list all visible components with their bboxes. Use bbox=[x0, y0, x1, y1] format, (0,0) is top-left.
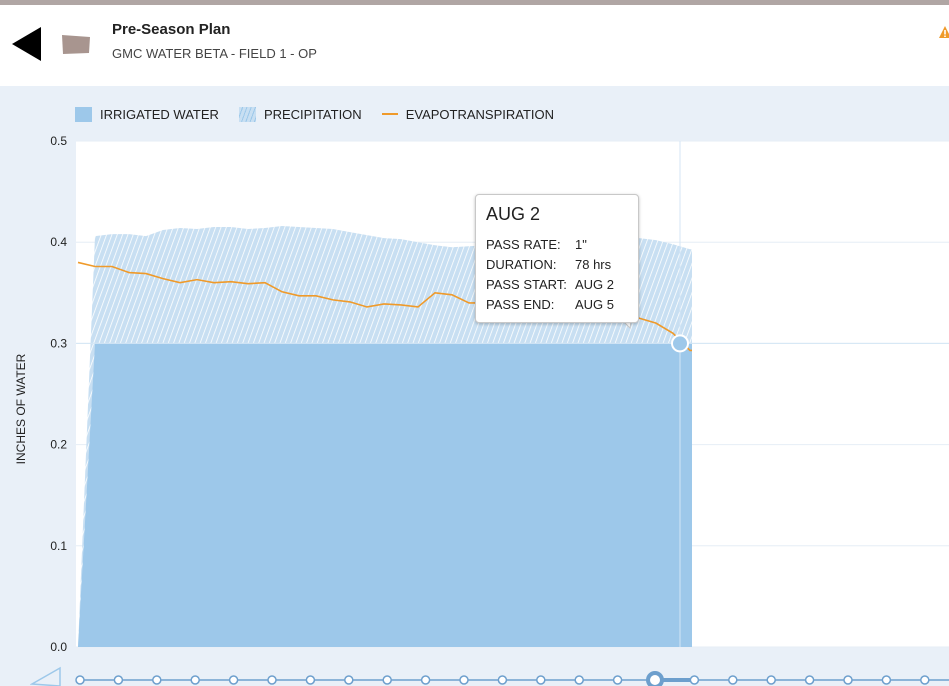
timeline-selected-node bbox=[646, 671, 664, 686]
tooltip-label: DURATION: bbox=[486, 257, 557, 272]
y-tick-label: 0.5 bbox=[50, 134, 67, 148]
tooltip-row: PASS RATE: 1" bbox=[486, 237, 587, 252]
timeline-node[interactable] bbox=[612, 675, 623, 685]
legend-irrigated[interactable]: IRRIGATED WATER bbox=[75, 106, 219, 122]
timeline-node[interactable] bbox=[574, 675, 584, 685]
legend-swatch-irrigated bbox=[75, 106, 92, 122]
y-tick-label: 0.1 bbox=[50, 539, 67, 553]
legend-label-et: EVAPOTRANSPIRATION bbox=[405, 106, 555, 122]
tooltip-date: AUG 2 bbox=[486, 204, 541, 224]
tooltip: AUG 2 PASS RATE: 1" DURATION: 78 hrs PASS … bbox=[475, 194, 639, 323]
legend: IRRIGATED WATER PRECIPITATION EVAPOTRANS… bbox=[75, 105, 574, 123]
timeline-node[interactable] bbox=[843, 675, 853, 685]
legend-label-irrigated: IRRIGATED WATER bbox=[100, 106, 219, 122]
timeline-node[interactable] bbox=[420, 675, 431, 685]
chart: 0.0 0.1 0.2 0.3 0.4 0.5 bbox=[50, 134, 949, 654]
tooltip-row: PASS END: AUG 5 bbox=[486, 297, 614, 312]
tooltip-label: PASS START: bbox=[486, 277, 567, 292]
timeline-node[interactable] bbox=[228, 675, 239, 685]
tooltip-row: PASS START: AUG 2 bbox=[486, 277, 614, 292]
tooltip-label: PASS RATE: bbox=[486, 237, 561, 252]
timeline-node[interactable] bbox=[536, 675, 546, 685]
tooltip-value: AUG 5 bbox=[575, 297, 615, 312]
timeline-node[interactable] bbox=[689, 675, 700, 685]
timeline-node[interactable] bbox=[344, 675, 354, 685]
timeline-node[interactable] bbox=[766, 675, 776, 685]
tooltip-row: DURATION: 78 hrs bbox=[486, 257, 611, 272]
timeline-node[interactable] bbox=[728, 675, 738, 685]
timeline-node[interactable] bbox=[459, 675, 469, 685]
legend-precipitation[interactable]: PRECIPITATION bbox=[238, 106, 362, 122]
irrigated-water-area bbox=[78, 343, 692, 647]
timeline-node[interactable] bbox=[804, 675, 815, 685]
y-tick-label: 0.2 bbox=[50, 438, 67, 452]
tooltip-value: 78 hrs bbox=[575, 257, 612, 272]
tooltip-label: PASS END: bbox=[486, 297, 555, 312]
timeline-node[interactable] bbox=[920, 675, 930, 685]
legend-label-precipitation: PRECIPITATION bbox=[263, 106, 362, 122]
tooltip-value: 1" bbox=[575, 237, 587, 252]
y-tick-label: 0.4 bbox=[50, 235, 67, 249]
y-axis-label: INCHES OF WATER bbox=[14, 353, 28, 465]
timeline-node[interactable] bbox=[497, 675, 508, 685]
legend-swatch-et bbox=[381, 113, 398, 115]
timeline-node[interactable] bbox=[190, 675, 200, 685]
selected-point-marker bbox=[671, 334, 689, 353]
timeline-node[interactable] bbox=[651, 675, 661, 685]
legend-swatch-precipitation bbox=[238, 106, 256, 122]
timeline bbox=[0, 660, 949, 686]
timeline-node[interactable] bbox=[305, 675, 316, 685]
y-tick-label: 0.3 bbox=[50, 336, 67, 350]
prev-arrow-icon[interactable] bbox=[30, 664, 62, 686]
tooltip-value: AUG 2 bbox=[575, 277, 615, 292]
y-tick-label: 0.0 bbox=[50, 640, 67, 654]
timeline-node[interactable] bbox=[382, 675, 392, 685]
timeline-node[interactable] bbox=[881, 675, 892, 685]
timeline-node[interactable] bbox=[152, 675, 162, 685]
timeline-node[interactable] bbox=[267, 675, 277, 685]
timeline-track bbox=[75, 671, 949, 686]
legend-et[interactable]: EVAPOTRANSPIRATION bbox=[381, 106, 555, 122]
timeline-node[interactable] bbox=[113, 675, 124, 685]
y-tick-labels: 0.0 0.1 0.2 0.3 0.4 0.5 bbox=[50, 134, 67, 654]
timeline-node[interactable] bbox=[75, 675, 85, 685]
